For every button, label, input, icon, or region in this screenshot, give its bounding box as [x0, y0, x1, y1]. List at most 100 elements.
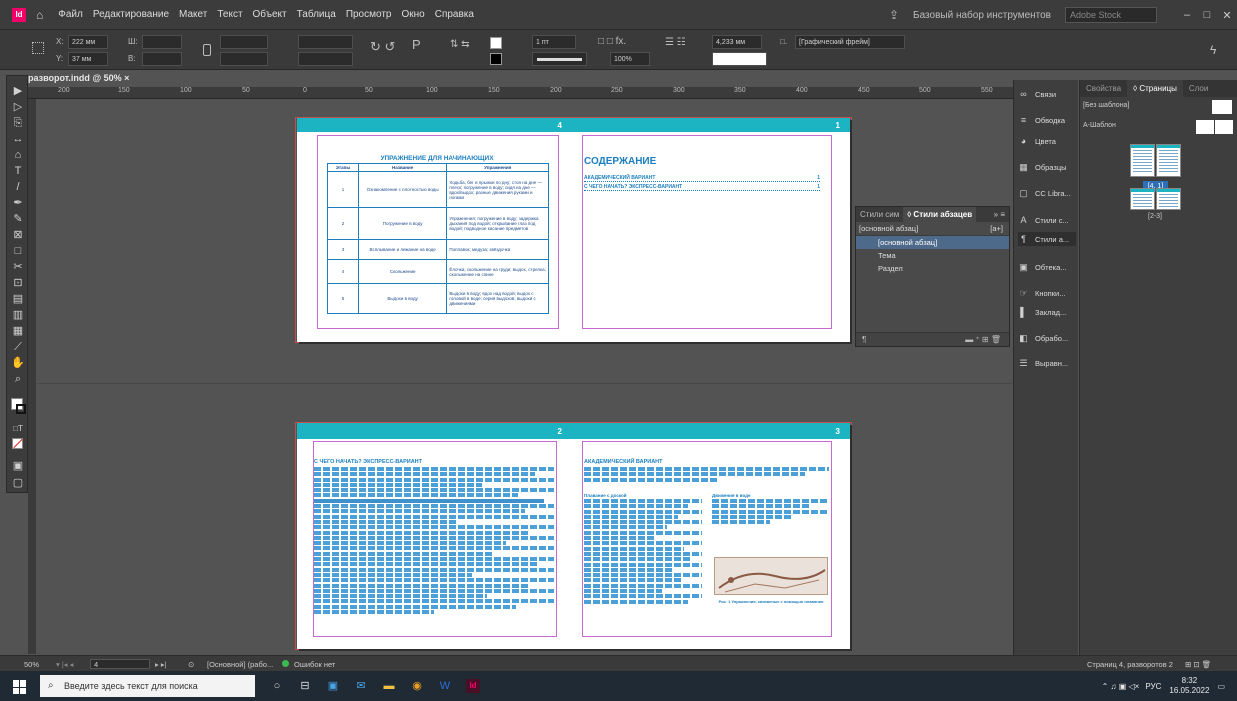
scale-y-field[interactable]	[220, 52, 268, 66]
adobe-stock-search[interactable]: Adobe Stock	[1065, 7, 1157, 23]
screen-mode-icon[interactable]: ▣	[11, 459, 25, 473]
taskbar-search[interactable]: Введите здесь текст для поиска	[40, 675, 255, 697]
dock-links[interactable]: ∞ Связи	[1018, 87, 1056, 101]
start-button[interactable]	[13, 680, 27, 694]
close-button[interactable]: ✕	[1217, 9, 1237, 22]
cortana-icon[interactable]: ○	[270, 679, 284, 693]
align-icon[interactable]: ☰ ☷	[665, 37, 686, 48]
clock[interactable]: 8:32 16.05.2022	[1169, 676, 1209, 696]
tab-pages[interactable]: ◊ Страницы	[1127, 80, 1183, 97]
open-page-icon[interactable]: ⊙	[188, 660, 194, 669]
y-field[interactable]: 37 мм	[68, 52, 108, 66]
word-icon[interactable]: W	[438, 679, 452, 693]
indesign-taskbar-icon[interactable]: Id	[466, 679, 480, 693]
tab-paragraph-styles[interactable]: ◊ Стили абзацев	[903, 207, 977, 222]
eyedropper-tool-icon[interactable]: ⟋	[11, 340, 25, 354]
right-column-text[interactable]	[712, 499, 827, 531]
menu-layout[interactable]: Макет	[179, 9, 207, 20]
page-number-field[interactable]: 4	[90, 659, 150, 669]
rectangle-tool-icon[interactable]: □	[11, 244, 25, 258]
menu-edit[interactable]: Редактирование	[93, 9, 169, 20]
tab-layers[interactable]: Слои	[1183, 84, 1214, 93]
gradient-feather-icon[interactable]: ▥	[11, 308, 25, 322]
menu-window[interactable]: Окно	[401, 9, 424, 20]
selection-tool-icon[interactable]: ▶	[11, 84, 25, 98]
language-indicator[interactable]: РУС	[1145, 682, 1161, 691]
page-2[interactable]: 2 С ЧЕГО НАЧАТЬ? ЭКСПРЕСС-ВАРИАНТ	[297, 423, 572, 649]
maximize-button[interactable]: □	[1197, 9, 1217, 21]
menu-table[interactable]: Таблица	[297, 9, 336, 20]
store-icon[interactable]: ▣	[326, 679, 340, 693]
none-swatch-icon[interactable]	[12, 438, 23, 449]
zoom-level[interactable]: 50%	[24, 660, 39, 669]
line-tool-icon[interactable]: /	[11, 180, 25, 194]
rotate-icon[interactable]: ↻ ↺	[370, 39, 395, 55]
left-column-text[interactable]	[584, 499, 702, 617]
path-text-icon[interactable]: P	[412, 37, 421, 52]
folder-new-delete-icons[interactable]: ▬ ⁺ ⊞ 🗑	[965, 335, 1001, 344]
zoom-tool-icon[interactable]: ⌕	[11, 372, 25, 386]
page-tool-icon[interactable]: ⎘	[11, 116, 25, 130]
master-a-thumb-left[interactable]	[1196, 120, 1214, 134]
exercise-table[interactable]: Этапы Название Упражнения 1 Ознакомление…	[327, 163, 549, 314]
menu-view[interactable]: Просмотр	[346, 9, 392, 20]
master-a[interactable]: А-Шаблон	[1083, 122, 1116, 129]
page-4[interactable]: 4 УПРАЖНЕНИЕ ДЛЯ НАЧИНАЮЩИХ Этапы Назван…	[297, 118, 572, 342]
pasteboard[interactable]: 4 УПРАЖНЕНИЕ ДЛЯ НАЧИНАЮЩИХ Этапы Назван…	[37, 99, 1012, 655]
fx-icon[interactable]: □ □ fx.	[598, 36, 626, 47]
rectangle-frame-tool-icon[interactable]: ⊠	[11, 228, 25, 242]
dock-buttons[interactable]: ☞ Кнопки...	[1018, 286, 1065, 300]
tab-character-styles[interactable]: Стили сим	[856, 210, 903, 219]
menu-help[interactable]: Справка	[435, 9, 474, 20]
toc-entry[interactable]: С ЧЕГО НАЧАТЬ? ЭКСПРЕСС-ВАРИАНТ 1	[584, 184, 820, 191]
workflow-status[interactable]: [Основной] (рабо...	[207, 660, 273, 669]
page-thumb-1[interactable]	[1156, 144, 1181, 177]
body-text-frame[interactable]	[314, 467, 554, 631]
chrome-icon[interactable]: ◉	[410, 679, 424, 693]
type-tool-icon[interactable]: T	[11, 164, 25, 178]
master-none[interactable]: [Без шаблона]	[1083, 102, 1129, 109]
style-item[interactable]: Раздел	[856, 262, 1009, 275]
formatting-affects-icon[interactable]: □T	[11, 422, 25, 436]
content-collector-icon[interactable]: ⌂	[11, 148, 25, 162]
constrain-icon[interactable]	[203, 44, 211, 56]
note-tool-icon[interactable]: ▦	[11, 324, 25, 338]
intro-text[interactable]	[584, 467, 829, 489]
style-item[interactable]: Тема	[856, 249, 1009, 262]
panel-menu-icon[interactable]: » ≡	[990, 210, 1009, 219]
dock-cc-libraries[interactable]: ▢ CC Libra...	[1018, 186, 1071, 200]
task-view-icon[interactable]: ⊟	[298, 679, 312, 693]
dock-bookmarks[interactable]: ▌ Заклад...	[1018, 305, 1066, 319]
stroke-type-select[interactable]	[532, 52, 587, 66]
page-1[interactable]: 1 СОДЕРЖАНИЕ АКАДЕМИЧЕСКИЙ ВАРИАНТ 1 С Ч…	[572, 118, 850, 342]
share-icon[interactable]: ⇪	[889, 8, 899, 22]
vertical-ruler[interactable]	[28, 99, 36, 654]
size-field[interactable]: 4,233 мм	[712, 35, 762, 49]
menu-file[interactable]: Файл	[58, 9, 83, 20]
reference-point-icon[interactable]	[32, 42, 44, 54]
gap-tool-icon[interactable]: ↔	[11, 132, 25, 146]
dock-color[interactable]: ◕ Цвета	[1018, 134, 1056, 148]
pen-tool-icon[interactable]: ✒	[11, 196, 25, 210]
gradient-tool-icon[interactable]: ▤	[11, 292, 25, 306]
free-transform-tool-icon[interactable]: ⊡	[11, 276, 25, 290]
menu-object[interactable]: Объект	[253, 9, 287, 20]
stroke-indicator-icon[interactable]	[16, 404, 26, 414]
minimize-button[interactable]: –	[1177, 9, 1197, 21]
pages-panel-actions[interactable]: ⊞ ⊡ 🗑	[1185, 660, 1211, 669]
x-field[interactable]: 222 мм	[68, 35, 108, 49]
dock-text-wrap[interactable]: ▣ Обтека...	[1018, 260, 1066, 274]
home-icon[interactable]: ⌂	[36, 8, 43, 22]
hand-tool-icon[interactable]: ✋	[11, 356, 25, 370]
stroke-swatch[interactable]	[490, 53, 502, 65]
direct-selection-tool-icon[interactable]: ▷	[11, 100, 25, 114]
exercise-illustration[interactable]	[714, 557, 828, 595]
page-nav-prev-icon[interactable]: ▾ |◂ ◂	[56, 660, 73, 669]
page-thumb-4[interactable]	[1130, 144, 1155, 177]
new-style-from-selection[interactable]: [a+]	[990, 222, 1003, 236]
tray-icons[interactable]: ⌃ ♫ ▣ ◁×	[1102, 682, 1140, 691]
lightning-icon[interactable]: ϟ	[1210, 43, 1216, 57]
tab-properties[interactable]: Свойства	[1080, 84, 1127, 93]
rotate-field[interactable]	[298, 35, 353, 49]
horizontal-ruler[interactable]: 200 150 100 50 0 50 100 150 200 250 300 …	[28, 87, 1013, 99]
